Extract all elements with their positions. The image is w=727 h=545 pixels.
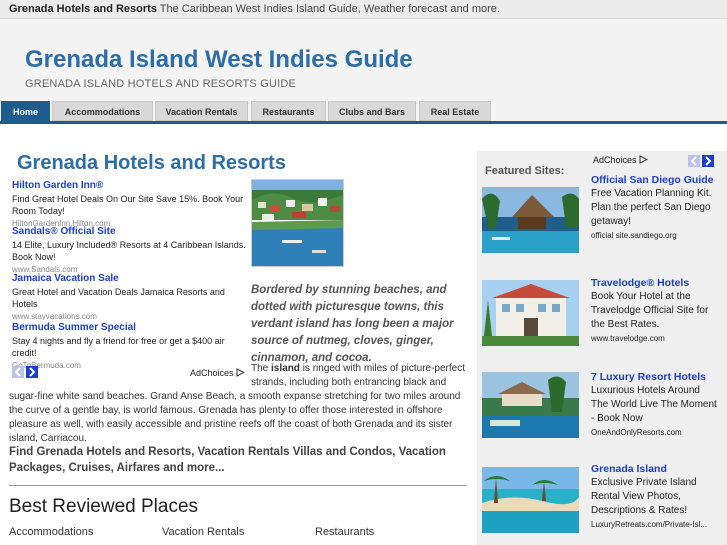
ad-title[interactable]: Official San Diego Guide bbox=[591, 173, 719, 187]
main-nav: Home Accommodations Vacation Rentals Res… bbox=[0, 99, 727, 124]
nav-home[interactable]: Home bbox=[1, 101, 50, 124]
sidebar-ad-pager bbox=[688, 155, 716, 173]
sidebar-ad[interactable]: Travelodge® Hotels Book Your Hotel at th… bbox=[481, 276, 723, 364]
sidebar-ad-prev-button[interactable] bbox=[688, 155, 700, 167]
nav-real-estate[interactable]: Real Estate bbox=[419, 101, 491, 121]
adchoices-link[interactable]: AdChoices bbox=[190, 368, 246, 378]
text-ad[interactable]: Hilton Garden Inn® Find Great Hotel Deal… bbox=[12, 180, 248, 227]
ad-thumbnail-luxury-resort[interactable] bbox=[482, 372, 579, 438]
body-text-full: sugar-fine white sand beaches. Grand Ans… bbox=[9, 391, 461, 444]
site-title[interactable]: Grenada Island West Indies Guide bbox=[25, 46, 413, 74]
sidebar-ad[interactable]: Official San Diego Guide Free Vacation P… bbox=[481, 173, 723, 263]
ad-text: 14 Elite, Luxury Included® Resorts at 4 … bbox=[12, 239, 246, 263]
sidebar-ad-body: Grenada Island Exclusive Private Island … bbox=[591, 462, 719, 532]
adchoices-icon bbox=[236, 368, 246, 377]
text-ad[interactable]: Jamaica Vacation Sale Great Hotel and Va… bbox=[12, 273, 248, 320]
island-link[interactable]: island bbox=[271, 363, 300, 374]
adchoices-icon bbox=[639, 155, 649, 164]
ad-thumbnail-resort-pool[interactable] bbox=[482, 187, 579, 253]
ad-pager bbox=[12, 366, 40, 384]
body-pre: The bbox=[251, 363, 272, 374]
ad-title[interactable]: Hilton Garden Inn® bbox=[12, 180, 248, 193]
ad-next-button[interactable] bbox=[26, 366, 38, 378]
category-vacation-rentals[interactable]: Vacation Rentals bbox=[162, 526, 244, 538]
adchoices-label: AdChoices bbox=[190, 368, 234, 378]
ad-url[interactable]: official site.sandiego.org bbox=[591, 229, 719, 243]
best-reviewed-title: Best Reviewed Places bbox=[9, 496, 199, 517]
ad-text: Stay 4 nights and fly a friend for free … bbox=[12, 335, 225, 359]
ad-url[interactable]: OneAndOnlyResorts.com bbox=[591, 426, 719, 440]
chevron-left-icon bbox=[690, 156, 697, 166]
ad-title[interactable]: Bermuda Summer Special bbox=[12, 322, 248, 335]
sidebar-ad-body: Official San Diego Guide Free Vacation P… bbox=[591, 173, 719, 243]
nav-clubs-and-bars[interactable]: Clubs and Bars bbox=[328, 101, 416, 121]
chevron-right-icon bbox=[705, 156, 712, 166]
top-bar: Grenada Hotels and Resorts The Caribbean… bbox=[0, 0, 727, 19]
nav-vacation-rentals[interactable]: Vacation Rentals bbox=[155, 101, 248, 121]
ad-text: Find Great Hotel Deals On Our Site Save … bbox=[12, 193, 244, 217]
ad-thumbnail-island-beach[interactable] bbox=[482, 467, 579, 533]
intro-italic: Bordered by stunning beaches, and dotted… bbox=[251, 284, 454, 364]
nav-restaurants[interactable]: Restaurants bbox=[251, 101, 326, 121]
sidebar-ad[interactable]: 7 Luxury Resort Hotels Luxurious Hotels … bbox=[481, 370, 723, 460]
ad-url[interactable]: www.Sandals.com bbox=[12, 264, 248, 273]
sidebar-ad[interactable]: Grenada Island Exclusive Private Island … bbox=[481, 462, 723, 545]
ad-thumbnail-hotel[interactable] bbox=[482, 280, 579, 346]
top-bar-tagline: The Caribbean West Indies Island Guide, … bbox=[156, 3, 500, 15]
sidebar-adchoices-link[interactable]: AdChoices bbox=[593, 155, 649, 165]
grenada-harbor-image bbox=[251, 179, 344, 267]
ad-title[interactable]: Sandals® Official Site bbox=[12, 226, 248, 239]
nav-accommodations[interactable]: Accommodations bbox=[52, 101, 153, 121]
sidebar-ad-body: Travelodge® Hotels Book Your Hotel at th… bbox=[591, 276, 719, 346]
featured-sidebar: Featured Sites: AdChoices Official San D… bbox=[477, 151, 727, 545]
ad-title[interactable]: 7 Luxury Resort Hotels bbox=[591, 370, 719, 384]
adchoices-label: AdChoices bbox=[593, 155, 637, 165]
chevron-left-icon bbox=[14, 367, 21, 377]
ad-text: Great Hotel and Vacation Deals Jamaica R… bbox=[12, 286, 225, 310]
text-ad[interactable]: Bermuda Summer Special Stay 4 nights and… bbox=[12, 322, 248, 369]
ad-text: Exclusive Private Island Rental View Pho… bbox=[591, 477, 697, 516]
top-bar-site-name[interactable]: Grenada Hotels and Resorts bbox=[9, 3, 157, 15]
page-title: Grenada Hotels and Resorts bbox=[17, 152, 286, 174]
body-text-intro: The island is ringed with miles of pictu… bbox=[251, 362, 467, 390]
site-header: Grenada Island West Indies Guide GRENADA… bbox=[0, 19, 727, 99]
ad-url[interactable]: www.travelodge.com bbox=[591, 332, 719, 346]
ad-text: Luxurious Hotels Around The World Live T… bbox=[591, 385, 717, 424]
ad-title[interactable]: Jamaica Vacation Sale bbox=[12, 273, 248, 286]
category-restaurants[interactable]: Restaurants bbox=[315, 526, 374, 538]
ad-text: Book Your Hotel at the Travelodge Offici… bbox=[591, 291, 709, 330]
ad-url[interactable]: LuxuryRetreats.com/Private-Isl... bbox=[591, 518, 719, 532]
chevron-right-icon bbox=[29, 367, 36, 377]
divider bbox=[9, 485, 467, 486]
ad-title[interactable]: Grenada Island bbox=[591, 462, 719, 476]
category-accommodations[interactable]: Accommodations bbox=[9, 526, 93, 538]
ad-url[interactable]: www.stayvacations.com bbox=[12, 311, 248, 320]
ad-text: Free Vacation Planning Kit. Plan the per… bbox=[591, 188, 712, 227]
sidebar-ad-next-button[interactable] bbox=[702, 155, 714, 167]
ad-prev-button[interactable] bbox=[12, 366, 24, 378]
main-content: Grenada Hotels and Resorts Hilton Garden… bbox=[0, 124, 475, 545]
sidebar-ad-body: 7 Luxury Resort Hotels Luxurious Hotels … bbox=[591, 370, 719, 440]
find-text: Find Grenada Hotels and Resorts, Vacatio… bbox=[9, 446, 446, 474]
site-subtitle: GRENADA ISLAND HOTELS AND RESORTS GUIDE bbox=[25, 78, 297, 90]
text-ad[interactable]: Sandals® Official Site 14 Elite, Luxury … bbox=[12, 226, 248, 273]
ad-title[interactable]: Travelodge® Hotels bbox=[591, 276, 719, 290]
